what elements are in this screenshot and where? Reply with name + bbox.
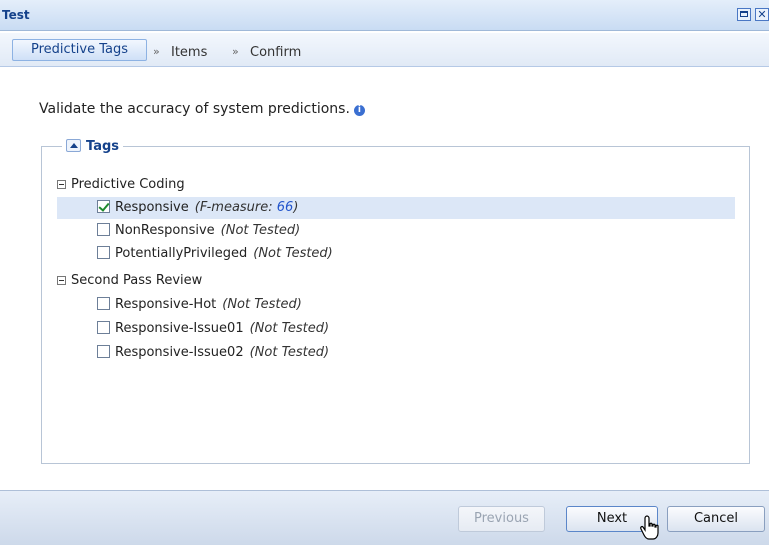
tag-status: (Not Tested) <box>220 223 301 238</box>
tag-row-responsive-issue02[interactable]: Responsive-Issue02 (Not Tested) <box>57 342 735 364</box>
tree-group-predictive-coding[interactable]: Predictive Coding <box>57 174 185 196</box>
tag-label: Responsive-Hot <box>115 297 217 312</box>
tags-legend: Tags <box>62 139 123 154</box>
tag-status: (Not Tested) <box>253 246 333 261</box>
tag-row-potentially-privileged[interactable]: PotentiallyPrivileged (Not Tested) <box>57 243 735 265</box>
breadcrumb-step-items[interactable]: Items <box>171 45 207 60</box>
previous-button[interactable]: Previous <box>458 506 545 532</box>
tag-checkbox[interactable] <box>97 345 110 358</box>
tag-checkbox[interactable] <box>97 246 110 259</box>
tag-status: (F-measure: 66) <box>195 200 299 215</box>
tag-checkbox[interactable] <box>97 321 110 334</box>
cancel-button[interactable]: Cancel <box>667 506 765 532</box>
f-measure-value: 66 <box>276 200 294 215</box>
tag-status: (Not Tested) <box>249 345 330 360</box>
window-title: Test <box>2 8 30 22</box>
status-prefix: (F-measure: <box>194 200 277 215</box>
tag-checkbox[interactable] <box>97 297 110 310</box>
breadcrumb-step-confirm[interactable]: Confirm <box>250 45 301 60</box>
hand-cursor-icon <box>640 515 659 540</box>
tag-status: (Not Tested) <box>222 297 302 312</box>
tags-legend-label: Tags <box>86 139 120 154</box>
breadcrumb-separator: » <box>153 45 160 58</box>
breadcrumb-separator: » <box>232 45 239 58</box>
tag-row-responsive-issue01[interactable]: Responsive-Issue01 (Not Tested) <box>57 318 735 340</box>
tag-status: (Not Tested) <box>249 321 330 336</box>
tree-group-second-pass-review[interactable]: Second Pass Review <box>57 270 202 292</box>
status-suffix: ) <box>293 200 299 215</box>
breadcrumb-step-predictive-tags[interactable]: Predictive Tags <box>12 39 147 61</box>
tag-label: PotentiallyPrivileged <box>115 246 248 261</box>
tag-row-responsive[interactable]: Responsive (F-measure: 66) <box>57 197 735 219</box>
instruction-text: Validate the accuracy of system predicti… <box>39 101 365 117</box>
chevron-up-icon[interactable] <box>66 139 81 152</box>
tag-label: NonResponsive <box>115 223 215 238</box>
tag-row-nonresponsive[interactable]: NonResponsive (Not Tested) <box>57 220 735 242</box>
instruction-label: Validate the accuracy of system predicti… <box>39 101 350 117</box>
window-titlebar: Test ✕ <box>0 0 769 31</box>
tag-label: Responsive-Issue01 <box>115 321 244 336</box>
tag-checkbox[interactable] <box>97 223 110 236</box>
collapse-minus-icon[interactable] <box>57 180 66 189</box>
tag-checkbox[interactable] <box>97 200 110 213</box>
tag-row-responsive-hot[interactable]: Responsive-Hot (Not Tested) <box>57 294 735 316</box>
maximize-icon[interactable] <box>737 8 751 21</box>
tag-label: Responsive-Issue02 <box>115 345 244 360</box>
group-label: Predictive Coding <box>71 177 185 192</box>
tag-label: Responsive <box>115 200 189 215</box>
collapse-minus-icon[interactable] <box>57 276 66 285</box>
info-icon[interactable]: i <box>353 105 365 116</box>
group-label: Second Pass Review <box>71 273 203 288</box>
breadcrumb: Predictive Tags » Items » Confirm <box>0 33 769 67</box>
close-icon[interactable]: ✕ <box>755 8 769 21</box>
